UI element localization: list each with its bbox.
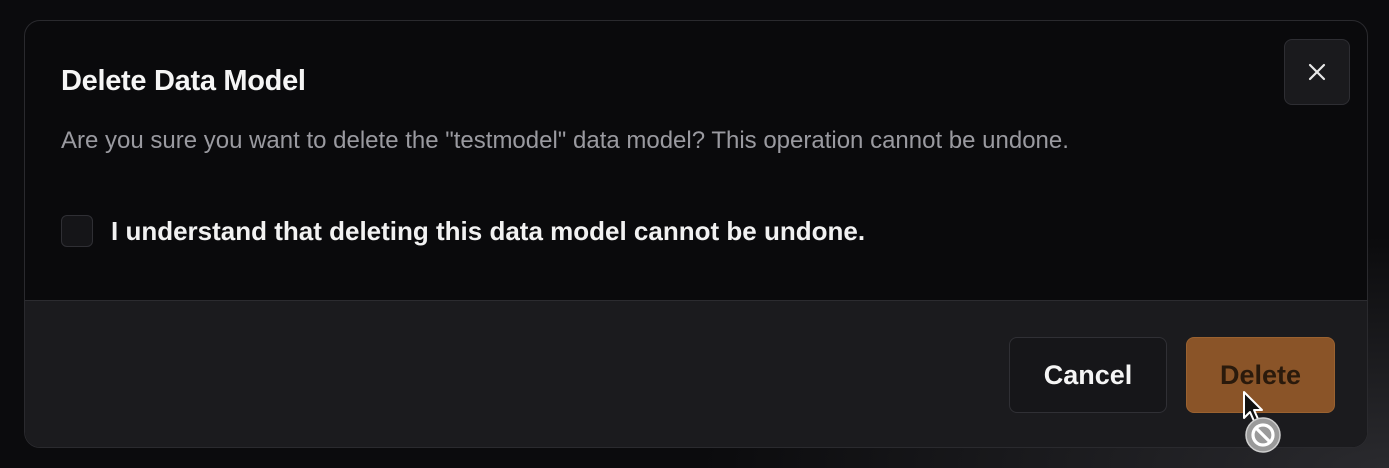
delete-data-model-dialog: Delete Data Model Are you sure you want … bbox=[24, 20, 1368, 448]
dialog-footer: Cancel Delete bbox=[25, 301, 1367, 447]
dialog-description: Are you sure you want to delete the "tes… bbox=[61, 127, 1069, 154]
confirm-row: I understand that deleting this data mod… bbox=[61, 215, 865, 247]
dialog-title: Delete Data Model bbox=[61, 65, 306, 97]
confirm-checkbox[interactable] bbox=[61, 215, 93, 247]
cancel-button[interactable]: Cancel bbox=[1009, 337, 1167, 413]
close-icon bbox=[1308, 63, 1326, 81]
not-allowed-cursor-icon bbox=[1243, 391, 1281, 453]
close-button[interactable] bbox=[1284, 39, 1350, 105]
dialog-body: Delete Data Model Are you sure you want … bbox=[25, 21, 1367, 301]
confirm-checkbox-label[interactable]: I understand that deleting this data mod… bbox=[111, 216, 865, 247]
